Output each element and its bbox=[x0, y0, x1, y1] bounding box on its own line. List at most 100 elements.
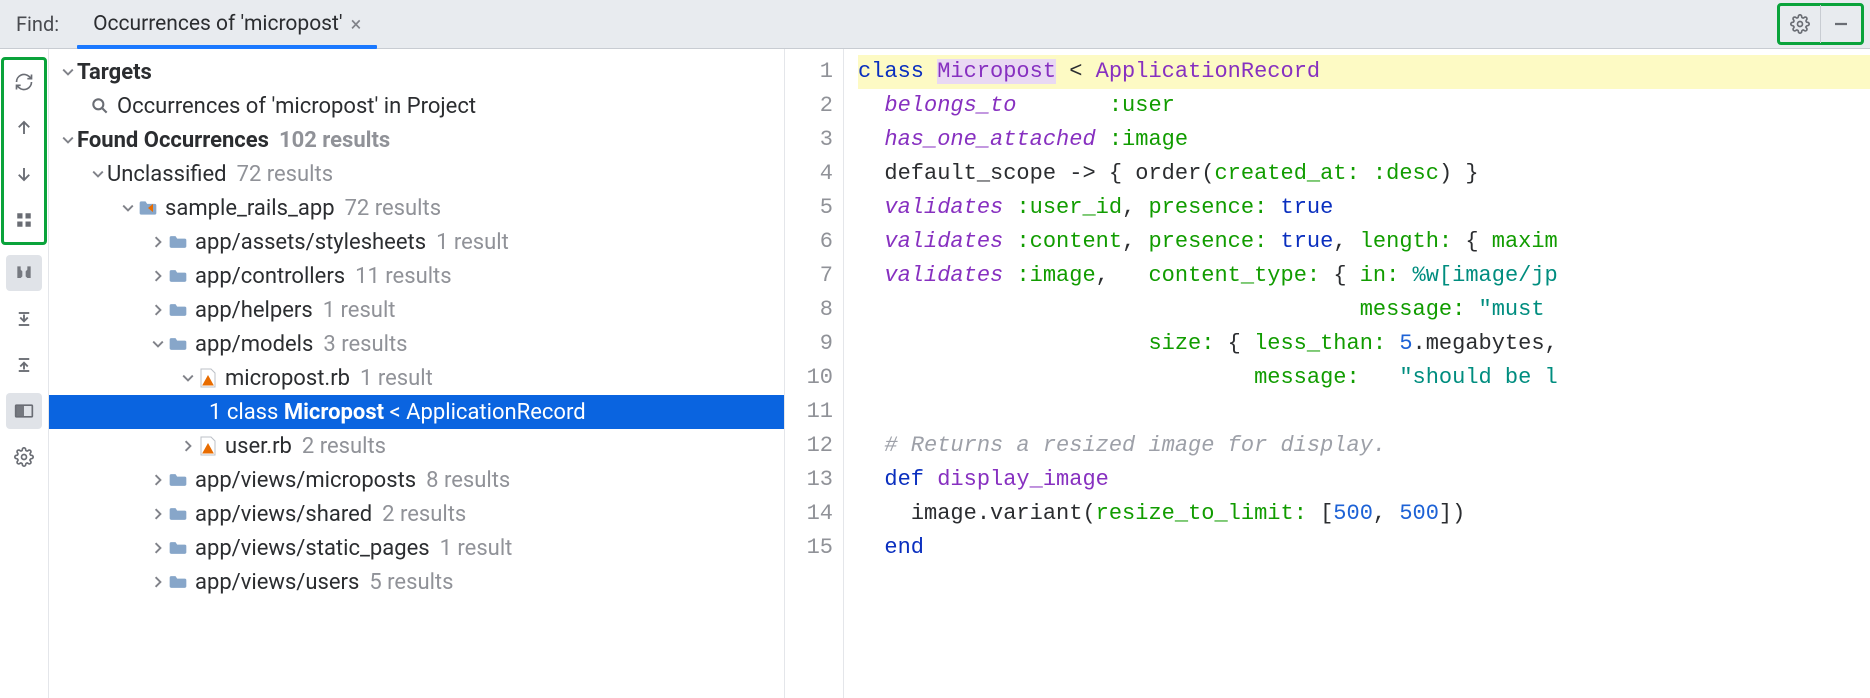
file-node[interactable]: micropost.rb 1 result bbox=[49, 361, 784, 395]
expand-all-icon[interactable] bbox=[6, 301, 42, 337]
find-results-tree[interactable]: Targets Occurrences of 'micropost' in Pr… bbox=[49, 49, 785, 698]
preview-editor: 1 2 3 4 5 6 7 8 9 10 11 12 13 14 15 clas… bbox=[785, 49, 1870, 698]
code-line: message: "should be l bbox=[858, 361, 1870, 395]
next-occurrence-icon[interactable] bbox=[6, 156, 42, 192]
targets-subitem[interactable]: Occurrences of 'micropost' in Project bbox=[49, 89, 784, 123]
line-number: 3 bbox=[785, 123, 833, 157]
find-label: Find: bbox=[0, 0, 77, 48]
chevron-down-icon[interactable] bbox=[149, 338, 167, 350]
line-number: 10 bbox=[785, 361, 833, 395]
line-number: 2 bbox=[785, 89, 833, 123]
code-line: size: { less_than: 5.megabytes, bbox=[858, 327, 1870, 361]
folder-count: 1 result bbox=[323, 298, 396, 323]
folder-count: 5 results bbox=[369, 570, 453, 595]
tool-settings-icon[interactable] bbox=[6, 439, 42, 475]
gear-icon[interactable] bbox=[1780, 5, 1820, 43]
close-tab-icon[interactable]: × bbox=[351, 12, 362, 36]
folder-node[interactable]: app/views/shared 2 results bbox=[49, 497, 784, 531]
folder-node[interactable]: app/controllers 11 results bbox=[49, 259, 784, 293]
targets-node[interactable]: Targets bbox=[49, 55, 784, 89]
chevron-right-icon[interactable] bbox=[149, 304, 167, 316]
folder-count: 2 results bbox=[382, 502, 466, 527]
line-number: 6 bbox=[785, 225, 833, 259]
folder-icon bbox=[167, 574, 189, 590]
line-number: 14 bbox=[785, 497, 833, 531]
folder-icon bbox=[167, 472, 189, 488]
folder-node[interactable]: app/views/microposts 8 results bbox=[49, 463, 784, 497]
chevron-right-icon[interactable] bbox=[149, 236, 167, 248]
folder-node[interactable]: app/views/users 5 results bbox=[49, 565, 784, 599]
project-count: 72 results bbox=[345, 196, 442, 221]
ruby-file-icon bbox=[197, 368, 219, 388]
folder-label: app/views/static_pages bbox=[195, 536, 430, 561]
chevron-right-icon[interactable] bbox=[149, 270, 167, 282]
folder-node[interactable]: app/models 3 results bbox=[49, 327, 784, 361]
folder-icon bbox=[167, 336, 189, 352]
chevron-right-icon[interactable] bbox=[179, 440, 197, 452]
find-tab-title: Occurrences of 'micropost' bbox=[93, 12, 342, 36]
chevron-down-icon[interactable] bbox=[59, 134, 77, 146]
targets-sub-label: Occurrences of 'micropost' in Project bbox=[117, 94, 476, 119]
chevron-right-icon[interactable] bbox=[149, 576, 167, 588]
code-line: image.variant(resize_to_limit: [500, 500… bbox=[858, 497, 1870, 531]
folder-node[interactable]: app/assets/stylesheets 1 result bbox=[49, 225, 784, 259]
chevron-right-icon[interactable] bbox=[149, 508, 167, 520]
occurrence-item[interactable]: 1 class Micropost < ApplicationRecord bbox=[49, 395, 784, 429]
filter-icon[interactable] bbox=[6, 255, 42, 291]
folder-count: 1 result bbox=[436, 230, 509, 255]
prev-occurrence-icon[interactable] bbox=[6, 110, 42, 146]
code-line: default_scope -> { order(created_at: :de… bbox=[858, 157, 1870, 191]
group-by-icon[interactable] bbox=[6, 202, 42, 238]
line-gutter: 1 2 3 4 5 6 7 8 9 10 11 12 13 14 15 bbox=[785, 49, 844, 698]
folder-node[interactable]: app/helpers 1 result bbox=[49, 293, 784, 327]
folder-label: app/controllers bbox=[195, 264, 345, 289]
code-line: message: "must bbox=[858, 293, 1870, 327]
code-line: validates :image, content_type: { in: %w… bbox=[858, 259, 1870, 293]
chevron-down-icon[interactable] bbox=[179, 372, 197, 384]
line-number: 4 bbox=[785, 157, 833, 191]
folder-count: 8 results bbox=[426, 468, 510, 493]
header-right-tools bbox=[1777, 3, 1864, 45]
file-node[interactable]: user.rb 2 results bbox=[49, 429, 784, 463]
line-number: 9 bbox=[785, 327, 833, 361]
code-line: def display_image bbox=[858, 463, 1870, 497]
folder-icon bbox=[167, 234, 189, 250]
find-tab[interactable]: Occurrences of 'micropost' × bbox=[77, 0, 377, 48]
project-node[interactable]: sample_rails_app 72 results bbox=[49, 191, 784, 225]
chevron-down-icon[interactable] bbox=[119, 202, 137, 214]
ruby-file-icon bbox=[197, 436, 219, 456]
left-toolbar bbox=[0, 49, 49, 698]
folder-count: 11 results bbox=[355, 264, 452, 289]
collapse-all-icon[interactable] bbox=[6, 347, 42, 383]
line-number: 15 bbox=[785, 531, 833, 565]
found-count: 102 results bbox=[279, 128, 390, 153]
minimize-icon[interactable] bbox=[1820, 5, 1861, 43]
folder-label: app/views/users bbox=[195, 570, 359, 595]
line-number: 7 bbox=[785, 259, 833, 293]
preview-toggle-icon[interactable] bbox=[6, 393, 42, 429]
unclassified-count: 72 results bbox=[237, 162, 334, 187]
line-number: 8 bbox=[785, 293, 833, 327]
code-preview[interactable]: class Micropost < ApplicationRecord belo… bbox=[844, 49, 1870, 698]
file-label: user.rb bbox=[225, 434, 292, 459]
code-line: end bbox=[858, 531, 1870, 565]
folder-node[interactable]: app/views/static_pages 1 result bbox=[49, 531, 784, 565]
refresh-icon[interactable] bbox=[6, 64, 42, 100]
chevron-down-icon[interactable] bbox=[59, 66, 77, 78]
folder-icon bbox=[167, 540, 189, 556]
code-line: # Returns a resized image for display. bbox=[858, 429, 1870, 463]
code-line: class Micropost < ApplicationRecord bbox=[858, 55, 1870, 89]
chevron-right-icon[interactable] bbox=[149, 474, 167, 486]
folder-icon bbox=[167, 302, 189, 318]
code-line bbox=[858, 395, 1870, 429]
file-count: 1 result bbox=[360, 366, 433, 391]
line-number: 12 bbox=[785, 429, 833, 463]
chevron-right-icon[interactable] bbox=[149, 542, 167, 554]
code-line: validates :user_id, presence: true bbox=[858, 191, 1870, 225]
line-number: 1 bbox=[209, 400, 221, 425]
found-node[interactable]: Found Occurrences 102 results bbox=[49, 123, 784, 157]
occurrence-suffix: < ApplicationRecord bbox=[384, 400, 586, 425]
unclassified-node[interactable]: Unclassified 72 results bbox=[49, 157, 784, 191]
chevron-down-icon[interactable] bbox=[89, 168, 107, 180]
line-number: 5 bbox=[785, 191, 833, 225]
